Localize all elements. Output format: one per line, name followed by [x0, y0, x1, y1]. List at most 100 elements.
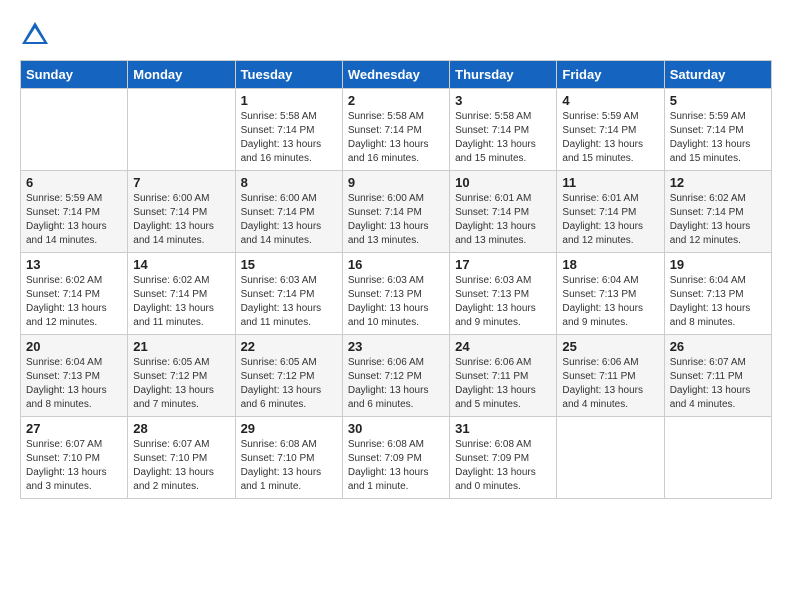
col-header-sunday: Sunday	[21, 61, 128, 89]
day-detail: Sunrise: 6:08 AM Sunset: 7:09 PM Dayligh…	[455, 438, 551, 494]
calendar-cell: 2 Sunrise: 5:58 AM Sunset: 7:14 PM Daylig…	[342, 89, 449, 171]
calendar-cell: 25 Sunrise: 6:06 AM Sunset: 7:11 PM Dayli…	[557, 335, 664, 417]
day-detail: Sunrise: 6:00 AM Sunset: 7:14 PM Dayligh…	[348, 192, 444, 248]
day-detail: Sunrise: 6:03 AM Sunset: 7:13 PM Dayligh…	[455, 274, 551, 330]
day-number: 12	[670, 175, 766, 190]
calendar-cell: 14 Sunrise: 6:02 AM Sunset: 7:14 PM Dayli…	[128, 253, 235, 335]
calendar-cell: 5 Sunrise: 5:59 AM Sunset: 7:14 PM Daylig…	[664, 89, 771, 171]
day-detail: Sunrise: 6:03 AM Sunset: 7:14 PM Dayligh…	[241, 274, 337, 330]
day-number: 28	[133, 421, 229, 436]
logo-icon	[20, 20, 50, 50]
day-number: 11	[562, 175, 658, 190]
day-number: 15	[241, 257, 337, 272]
day-number: 22	[241, 339, 337, 354]
calendar-cell: 31 Sunrise: 6:08 AM Sunset: 7:09 PM Dayli…	[450, 417, 557, 499]
day-detail: Sunrise: 5:59 AM Sunset: 7:14 PM Dayligh…	[670, 110, 766, 166]
day-number: 6	[26, 175, 122, 190]
calendar-cell	[128, 89, 235, 171]
day-detail: Sunrise: 6:03 AM Sunset: 7:13 PM Dayligh…	[348, 274, 444, 330]
calendar-cell: 13 Sunrise: 6:02 AM Sunset: 7:14 PM Dayli…	[21, 253, 128, 335]
day-detail: Sunrise: 6:04 AM Sunset: 7:13 PM Dayligh…	[26, 356, 122, 412]
day-number: 31	[455, 421, 551, 436]
day-number: 10	[455, 175, 551, 190]
day-detail: Sunrise: 6:02 AM Sunset: 7:14 PM Dayligh…	[133, 274, 229, 330]
day-number: 9	[348, 175, 444, 190]
calendar-cell: 12 Sunrise: 6:02 AM Sunset: 7:14 PM Dayli…	[664, 171, 771, 253]
calendar-table: SundayMondayTuesdayWednesdayThursdayFrid…	[20, 60, 772, 499]
day-number: 4	[562, 93, 658, 108]
day-detail: Sunrise: 5:58 AM Sunset: 7:14 PM Dayligh…	[455, 110, 551, 166]
day-detail: Sunrise: 5:59 AM Sunset: 7:14 PM Dayligh…	[562, 110, 658, 166]
day-number: 2	[348, 93, 444, 108]
calendar-cell: 8 Sunrise: 6:00 AM Sunset: 7:14 PM Daylig…	[235, 171, 342, 253]
day-number: 18	[562, 257, 658, 272]
day-number: 16	[348, 257, 444, 272]
day-number: 8	[241, 175, 337, 190]
col-header-friday: Friday	[557, 61, 664, 89]
day-detail: Sunrise: 6:07 AM Sunset: 7:10 PM Dayligh…	[26, 438, 122, 494]
calendar-cell: 21 Sunrise: 6:05 AM Sunset: 7:12 PM Dayli…	[128, 335, 235, 417]
day-number: 13	[26, 257, 122, 272]
day-detail: Sunrise: 5:58 AM Sunset: 7:14 PM Dayligh…	[348, 110, 444, 166]
calendar-cell: 20 Sunrise: 6:04 AM Sunset: 7:13 PM Dayli…	[21, 335, 128, 417]
day-detail: Sunrise: 6:00 AM Sunset: 7:14 PM Dayligh…	[133, 192, 229, 248]
day-detail: Sunrise: 6:08 AM Sunset: 7:10 PM Dayligh…	[241, 438, 337, 494]
calendar-cell: 23Sunrise: 6:06 AM Sunset: 7:12 PM Dayli…	[342, 335, 449, 417]
calendar-cell: 17 Sunrise: 6:03 AM Sunset: 7:13 PM Dayli…	[450, 253, 557, 335]
day-detail: Sunrise: 6:02 AM Sunset: 7:14 PM Dayligh…	[26, 274, 122, 330]
calendar-cell: 4 Sunrise: 5:59 AM Sunset: 7:14 PM Daylig…	[557, 89, 664, 171]
day-detail: Sunrise: 6:00 AM Sunset: 7:14 PM Dayligh…	[241, 192, 337, 248]
day-number: 14	[133, 257, 229, 272]
day-detail: Sunrise: 6:06 AM Sunset: 7:11 PM Dayligh…	[562, 356, 658, 412]
calendar-cell	[557, 417, 664, 499]
calendar-cell: 18 Sunrise: 6:04 AM Sunset: 7:13 PM Dayli…	[557, 253, 664, 335]
calendar-cell: 29 Sunrise: 6:08 AM Sunset: 7:10 PM Dayli…	[235, 417, 342, 499]
day-detail: Sunrise: 6:04 AM Sunset: 7:13 PM Dayligh…	[562, 274, 658, 330]
calendar-cell: 1 Sunrise: 5:58 AM Sunset: 7:14 PM Daylig…	[235, 89, 342, 171]
day-detail: Sunrise: 6:07 AM Sunset: 7:11 PM Dayligh…	[670, 356, 766, 412]
day-number: 17	[455, 257, 551, 272]
calendar-header-row: SundayMondayTuesdayWednesdayThursdayFrid…	[21, 61, 772, 89]
calendar-week-row: 13 Sunrise: 6:02 AM Sunset: 7:14 PM Dayli…	[21, 253, 772, 335]
day-detail: Sunrise: 5:58 AM Sunset: 7:14 PM Dayligh…	[241, 110, 337, 166]
day-number: 5	[670, 93, 766, 108]
day-number: 7	[133, 175, 229, 190]
calendar-week-row: 1 Sunrise: 5:58 AM Sunset: 7:14 PM Daylig…	[21, 89, 772, 171]
col-header-monday: Monday	[128, 61, 235, 89]
day-detail: Sunrise: 6:06 AM Sunset: 7:11 PM Dayligh…	[455, 356, 551, 412]
calendar-cell: 16 Sunrise: 6:03 AM Sunset: 7:13 PM Dayli…	[342, 253, 449, 335]
col-header-thursday: Thursday	[450, 61, 557, 89]
calendar-week-row: 27Sunrise: 6:07 AM Sunset: 7:10 PM Dayli…	[21, 417, 772, 499]
calendar-week-row: 20 Sunrise: 6:04 AM Sunset: 7:13 PM Dayli…	[21, 335, 772, 417]
day-detail: Sunrise: 6:05 AM Sunset: 7:12 PM Dayligh…	[133, 356, 229, 412]
calendar-cell: 28 Sunrise: 6:07 AM Sunset: 7:10 PM Dayli…	[128, 417, 235, 499]
calendar-cell: 7 Sunrise: 6:00 AM Sunset: 7:14 PM Daylig…	[128, 171, 235, 253]
calendar-cell: 15 Sunrise: 6:03 AM Sunset: 7:14 PM Dayli…	[235, 253, 342, 335]
col-header-tuesday: Tuesday	[235, 61, 342, 89]
day-number: 1	[241, 93, 337, 108]
day-detail: Sunrise: 5:59 AM Sunset: 7:14 PM Dayligh…	[26, 192, 122, 248]
calendar-cell	[664, 417, 771, 499]
day-number: 3	[455, 93, 551, 108]
calendar-cell: 24 Sunrise: 6:06 AM Sunset: 7:11 PM Dayli…	[450, 335, 557, 417]
calendar-cell: 9 Sunrise: 6:00 AM Sunset: 7:14 PM Daylig…	[342, 171, 449, 253]
calendar-cell: 19Sunrise: 6:04 AM Sunset: 7:13 PM Dayli…	[664, 253, 771, 335]
day-number: 30	[348, 421, 444, 436]
day-detail: Sunrise: 6:01 AM Sunset: 7:14 PM Dayligh…	[455, 192, 551, 248]
day-number: 26	[670, 339, 766, 354]
day-detail: Sunrise: 6:02 AM Sunset: 7:14 PM Dayligh…	[670, 192, 766, 248]
page-header	[20, 20, 772, 50]
day-number: 25	[562, 339, 658, 354]
calendar-cell: 10 Sunrise: 6:01 AM Sunset: 7:14 PM Dayli…	[450, 171, 557, 253]
day-detail: Sunrise: 6:01 AM Sunset: 7:14 PM Dayligh…	[562, 192, 658, 248]
day-number: 24	[455, 339, 551, 354]
day-number: 20	[26, 339, 122, 354]
day-number: 21	[133, 339, 229, 354]
day-number: 23	[348, 339, 444, 354]
day-number: 29	[241, 421, 337, 436]
calendar-week-row: 6 Sunrise: 5:59 AM Sunset: 7:14 PM Daylig…	[21, 171, 772, 253]
day-detail: Sunrise: 6:07 AM Sunset: 7:10 PM Dayligh…	[133, 438, 229, 494]
calendar-cell: 26 Sunrise: 6:07 AM Sunset: 7:11 PM Dayli…	[664, 335, 771, 417]
calendar-cell	[21, 89, 128, 171]
calendar-cell: 27Sunrise: 6:07 AM Sunset: 7:10 PM Dayli…	[21, 417, 128, 499]
